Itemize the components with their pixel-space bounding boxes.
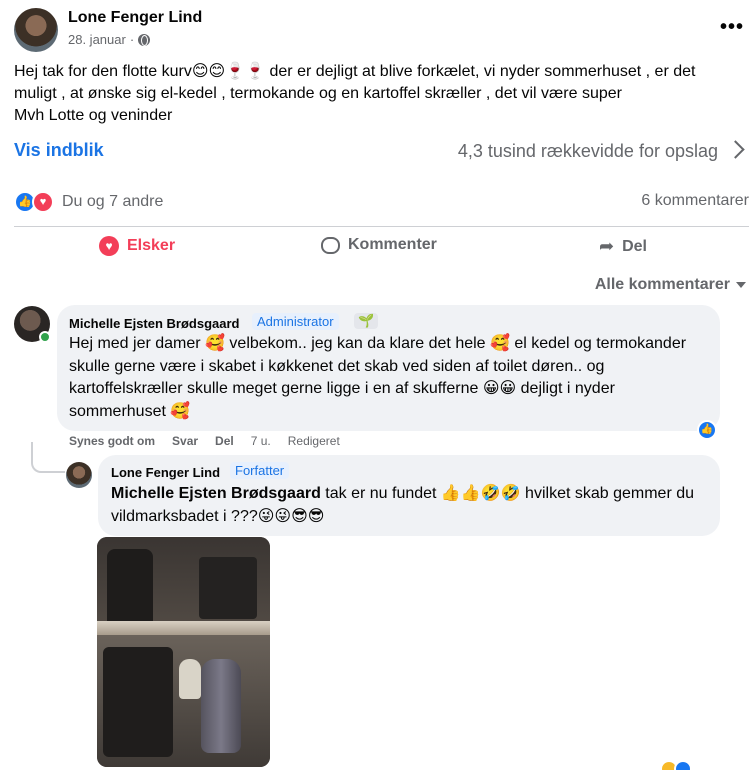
post-text-line: muligt , at ønske sig el-kedel , termoka… bbox=[14, 85, 622, 102]
coffee-maker-shape bbox=[103, 647, 173, 757]
author-avatar[interactable] bbox=[14, 8, 58, 52]
comment-author[interactable]: Michelle Ejsten Brødsgaard bbox=[69, 316, 240, 331]
comment-button[interactable]: Kommenter bbox=[321, 236, 437, 254]
heart-icon: ♥ bbox=[99, 236, 119, 256]
reply-reactions[interactable] bbox=[660, 760, 696, 770]
share-label: Del bbox=[622, 237, 647, 255]
reaction-icons[interactable]: 👍 ♥ bbox=[14, 191, 56, 213]
post-text-line: Hej tak for den flotte kurv😊😊🍷🍷 der er d… bbox=[14, 63, 696, 80]
reply-text-line: vildmarksbadet i ???😜😜😎😎 bbox=[111, 507, 325, 525]
reach-text[interactable]: 4,3 tusind rækkevidde for opslag bbox=[458, 141, 718, 162]
comment-like-button[interactable]: Synes godt om bbox=[69, 434, 155, 448]
view-insights-link[interactable]: Vis indblik bbox=[14, 140, 104, 161]
sprout-badge-icon: 🌱 bbox=[354, 313, 379, 329]
reply-text: Michelle Ejsten Brødsgaard tak er nu fun… bbox=[111, 483, 711, 528]
comment-actions: Synes godt om Svar Del 7 u. Redigeret bbox=[69, 434, 340, 448]
meta-separator: · bbox=[129, 32, 135, 47]
reply-text-rest: tak er nu fundet 👍👍🤣🤣 hvilket skab gemme… bbox=[320, 485, 695, 502]
reply-author-avatar[interactable] bbox=[66, 462, 92, 488]
comment-text-line: sommerhuset 🥰 bbox=[69, 402, 191, 420]
comment-count[interactable]: 6 kommentarer bbox=[641, 192, 749, 210]
reply-text-line: Michelle Ejsten Brødsgaard tak er nu fun… bbox=[111, 483, 711, 506]
comment-edited: Redigeret bbox=[287, 434, 340, 448]
love-icon: ♥ bbox=[32, 191, 54, 213]
comment-label: Kommenter bbox=[348, 236, 437, 253]
comment-time[interactable]: 7 u. bbox=[251, 434, 271, 448]
reaction-summary[interactable]: Du og 7 andre bbox=[62, 193, 163, 211]
divider bbox=[14, 226, 749, 227]
author-badge: Forfatter bbox=[230, 462, 290, 479]
mention-link[interactable]: Michelle Ejsten Brødsgaard bbox=[111, 485, 321, 502]
comment-reply-button[interactable]: Svar bbox=[172, 434, 198, 448]
post-text-line: Mvh Lotte og veninder bbox=[14, 107, 173, 124]
share-arrow-icon: ➦ bbox=[599, 236, 615, 256]
post-text: Hej tak for den flotte kurv😊😊🍷🍷 der er d… bbox=[14, 61, 744, 127]
insights-row: Vis indblik 4,3 tusind rækkevidde for op… bbox=[14, 140, 745, 166]
thermos-jug-shape bbox=[201, 659, 241, 753]
comment-text-line: skulle gerne være i skabet i køkkenet de… bbox=[69, 357, 605, 375]
reply-photo[interactable] bbox=[97, 537, 270, 767]
like-icon[interactable]: 👍 bbox=[697, 420, 717, 440]
love-label: Elsker bbox=[127, 237, 176, 254]
post-date[interactable]: 28. januar bbox=[68, 32, 126, 47]
post-header: Lone Fenger Lind 28. januar · ••• bbox=[14, 8, 744, 56]
globe-icon bbox=[138, 33, 151, 46]
reactions-row: 👍 ♥ Du og 7 andre 6 kommentarer bbox=[14, 190, 749, 214]
post-author-name[interactable]: Lone Fenger Lind bbox=[68, 9, 202, 27]
action-bar: ♥ Elsker Kommenter ➦ Del bbox=[14, 232, 749, 264]
love-button[interactable]: ♥ Elsker bbox=[99, 236, 175, 256]
reply-thread-line bbox=[31, 442, 65, 473]
comment-text-line: kartoffelskræller skulle meget gerne lig… bbox=[69, 380, 615, 397]
white-jug-shape bbox=[179, 659, 201, 699]
more-options-button[interactable]: ••• bbox=[720, 16, 744, 39]
reply-author[interactable]: Lone Fenger Lind bbox=[111, 465, 220, 480]
admin-badge: Administrator bbox=[252, 313, 339, 330]
reply-bubble: Lone Fenger Lind Forfatter Michelle Ejst… bbox=[98, 455, 720, 536]
comments-filter-dropdown[interactable]: Alle kommentarer bbox=[595, 276, 746, 294]
like-icon bbox=[674, 760, 692, 770]
comment-share-button[interactable]: Del bbox=[215, 434, 234, 448]
appliance-box-shape bbox=[199, 557, 257, 619]
share-button[interactable]: ➦ Del bbox=[599, 236, 647, 257]
cabinet-shelf bbox=[97, 621, 270, 635]
chevron-right-icon[interactable] bbox=[726, 140, 745, 159]
comment-text: Hej med jer damer 🥰 velbekom.. jeg kan d… bbox=[69, 333, 717, 423]
kettle-shape bbox=[107, 549, 153, 627]
comments-filter-label: Alle kommentarer bbox=[594, 276, 730, 293]
comment-text-line: Hej med jer damer 🥰 velbekom.. jeg kan d… bbox=[69, 335, 687, 352]
post-meta: 28. januar · bbox=[68, 32, 151, 47]
comment-bubble: Michelle Ejsten Brødsgaard Administrator… bbox=[57, 305, 720, 431]
comment-bubble-icon bbox=[321, 236, 340, 254]
online-status-dot bbox=[39, 331, 51, 343]
caret-down-icon bbox=[736, 282, 746, 288]
